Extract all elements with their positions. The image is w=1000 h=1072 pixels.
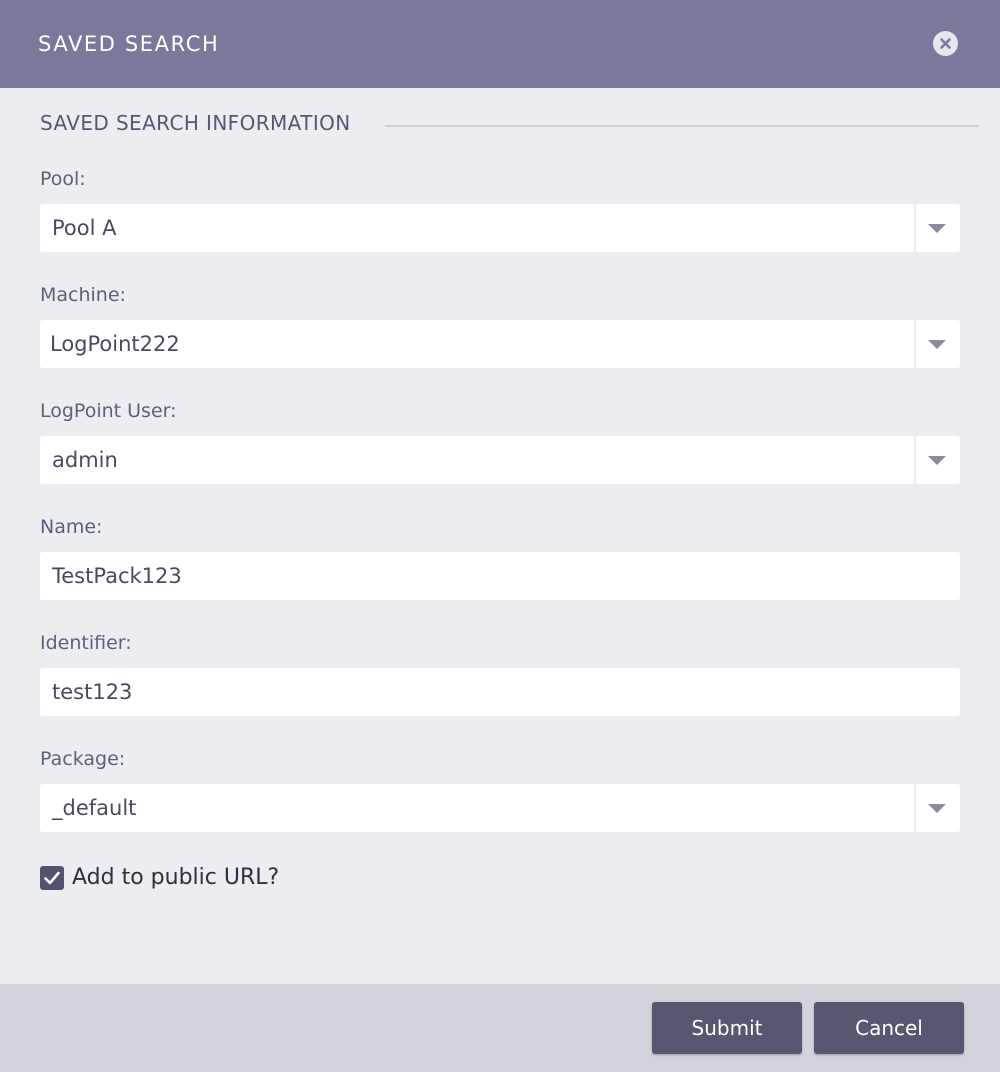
- cancel-button[interactable]: Cancel: [814, 1002, 964, 1054]
- machine-value: LogPoint222: [50, 332, 180, 356]
- select-divider: [914, 204, 916, 252]
- name-value: TestPack123: [52, 564, 182, 588]
- pool-label: Pool:: [40, 168, 86, 190]
- logpoint-user-value: admin: [52, 448, 118, 472]
- identifier-input[interactable]: test123: [40, 668, 960, 716]
- logpoint-user-select[interactable]: admin: [40, 436, 960, 484]
- package-value: _default: [52, 796, 137, 820]
- select-divider: [914, 436, 916, 484]
- public-url-checkbox[interactable]: [40, 866, 64, 890]
- section-divider: [385, 125, 979, 127]
- dialog-header: SAVED SEARCH: [0, 0, 1000, 88]
- close-icon[interactable]: [933, 31, 958, 56]
- name-input[interactable]: TestPack123: [40, 552, 960, 600]
- select-divider: [914, 320, 916, 368]
- chevron-down-icon[interactable]: [927, 801, 947, 815]
- machine-label: Machine:: [40, 284, 126, 306]
- submit-button[interactable]: Submit: [652, 1002, 802, 1054]
- pool-select[interactable]: Pool A: [40, 204, 960, 252]
- package-select[interactable]: _default: [40, 784, 960, 832]
- saved-search-dialog: SAVED SEARCH SAVED SEARCH INFORMATION Po…: [0, 0, 1000, 1072]
- public-url-label: Add to public URL?: [72, 865, 280, 890]
- logpoint-user-label: LogPoint User:: [40, 400, 177, 422]
- package-label: Package:: [40, 748, 126, 770]
- select-divider: [914, 784, 916, 832]
- chevron-down-icon[interactable]: [927, 337, 947, 351]
- identifier-value: test123: [52, 680, 133, 704]
- name-label: Name:: [40, 516, 103, 538]
- chevron-down-icon[interactable]: [927, 453, 947, 467]
- identifier-label: Identifier:: [40, 632, 132, 654]
- checkmark-icon: [44, 871, 60, 885]
- pool-value: Pool A: [52, 216, 117, 240]
- dialog-title: SAVED SEARCH: [38, 32, 220, 56]
- dialog-footer: Submit Cancel: [0, 984, 1000, 1072]
- section-title: SAVED SEARCH INFORMATION: [40, 111, 351, 135]
- machine-select[interactable]: LogPoint222: [40, 320, 960, 368]
- chevron-down-icon[interactable]: [927, 221, 947, 235]
